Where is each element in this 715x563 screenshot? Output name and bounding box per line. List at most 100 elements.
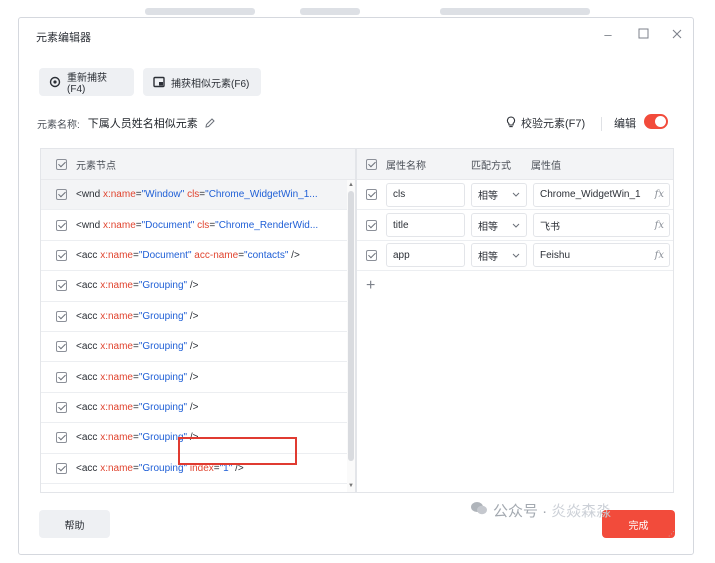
attribute-value-field[interactable]: Feishu fx: [533, 243, 670, 268]
match-type-text: 相等: [478, 221, 498, 233]
node-row[interactable]: <acc x:name = "Grouping" />: [41, 302, 355, 332]
match-type-text: 相等: [478, 191, 498, 203]
attribute-name-field[interactable]: app: [386, 243, 465, 268]
node-checkbox[interactable]: [56, 310, 67, 322]
match-type-select[interactable]: 相等: [471, 243, 527, 268]
node-row[interactable]: <acc x:name = "Document" acc-name = "contact…: [41, 241, 355, 272]
attribute-value-text: 飞书: [540, 221, 560, 233]
node-tag: <wnd: [76, 189, 101, 201]
node-checkbox[interactable]: [56, 341, 67, 353]
node-checkbox[interactable]: [56, 432, 67, 444]
fx-icon[interactable]: fx: [655, 220, 664, 231]
close-icon[interactable]: [670, 28, 684, 42]
attribute-value-text: Chrome_WidgetWin_1: [540, 189, 641, 201]
node-tag: <wnd: [76, 219, 101, 231]
node-close: />: [189, 371, 199, 383]
element-name-value: 下属人员姓名相似元素: [87, 118, 198, 130]
node-attr-name: x:name: [102, 189, 136, 201]
attribute-value-field[interactable]: 飞书 fx: [533, 213, 670, 238]
verify-element-button[interactable]: 校验元素(F7): [506, 115, 585, 131]
node-row[interactable]: <acc x:name = "Grouping" />: [41, 271, 355, 302]
match-type-select[interactable]: 相等: [471, 182, 527, 207]
attribute-name-field[interactable]: cls: [386, 182, 465, 207]
lightbulb-icon: [506, 115, 516, 131]
node-row[interactable]: <wnd x:name = "Document" cls = "Chrome_Rende…: [41, 210, 355, 241]
attribute-checkbox[interactable]: [366, 219, 377, 231]
fx-icon[interactable]: fx: [655, 250, 664, 261]
highlight-box: [178, 437, 297, 465]
attribute-value-text: Feishu: [540, 249, 571, 261]
attribute-panel: 属性名称 匹配方式 属性值 cls 相等 Chrome_WidgetWin_1 fx t…: [356, 148, 674, 493]
element-name-label: 元素名称:: [37, 119, 80, 131]
watermark-name: 炎焱森淼: [551, 503, 612, 520]
node-attr-value: "Document": [141, 219, 195, 231]
match-type-select[interactable]: 相等: [471, 213, 527, 238]
background-strip: [0, 0, 715, 18]
attribute-checkbox[interactable]: [366, 189, 377, 201]
help-label: 帮助: [64, 520, 85, 532]
node-close: />: [189, 310, 199, 322]
node-attr-name: cls: [187, 189, 200, 201]
node-tag: <acc: [76, 401, 98, 413]
attribute-name-text: cls: [393, 189, 406, 201]
node-attr-value: "Grouping": [138, 280, 188, 292]
add-attribute-button[interactable]: +: [357, 271, 673, 301]
fx-icon[interactable]: fx: [655, 189, 664, 200]
node-attr-name: x:name: [100, 432, 133, 444]
node-tag: <acc: [76, 280, 98, 292]
node-attr-value: "contacts": [244, 249, 289, 261]
chevron-down-icon: [512, 220, 520, 231]
attribute-name-text: app: [393, 249, 410, 261]
match-type-header: 匹配方式: [471, 160, 511, 172]
node-checkbox[interactable]: [56, 371, 67, 383]
scrollbar-thumb[interactable]: [348, 191, 354, 461]
node-row[interactable]: <acc x:name = "Grouping" />: [41, 393, 355, 424]
attribute-checkbox[interactable]: [366, 249, 377, 261]
edit-toggle[interactable]: [644, 114, 668, 129]
node-attr-value: "Document": [138, 249, 192, 261]
attribute-value-field[interactable]: Chrome_WidgetWin_1 fx: [533, 182, 670, 207]
node-checkbox[interactable]: [56, 462, 67, 474]
node-checkbox[interactable]: [56, 219, 67, 231]
node-tag: <acc: [76, 249, 98, 261]
attribute-list: cls 相等 Chrome_WidgetWin_1 fx title 相等 飞书 fx app 相…: [357, 180, 673, 272]
node-attr-value: "Window": [141, 189, 185, 201]
capture-similar-label: 捕获相似元素(F6): [171, 78, 250, 90]
node-attr-name: x:name: [100, 249, 133, 261]
chevron-down-icon: [512, 189, 520, 200]
scroll-up-icon[interactable]: ▲: [348, 182, 354, 188]
recapture-icon: [49, 76, 61, 88]
capture-similar-button[interactable]: 捕获相似元素(F6): [143, 68, 261, 96]
node-checkbox[interactable]: [56, 280, 67, 292]
scroll-down-icon[interactable]: ▼: [348, 483, 354, 489]
node-row[interactable]: <acc x:name = "Grouping" />: [41, 362, 355, 393]
attribute-name-field[interactable]: title: [386, 213, 465, 238]
minimize-icon[interactable]: –: [601, 28, 615, 42]
node-row[interactable]: <wnd x:name = "Window" cls = "Chrome_WidgetW…: [41, 180, 355, 211]
pencil-icon[interactable]: [204, 117, 216, 129]
help-button[interactable]: 帮助: [39, 510, 110, 538]
node-close: />: [189, 401, 199, 413]
node-attr-value: "Grouping": [138, 310, 188, 322]
node-attr-name: x:name: [100, 401, 133, 413]
attribute-row: app 相等 Feishu fx: [357, 241, 673, 272]
resize-grip-icon[interactable]: ⋰: [668, 530, 675, 538]
attribute-select-all-checkbox[interactable]: [366, 158, 377, 170]
node-attr-value: "Grouping": [138, 401, 188, 413]
match-type-text: 相等: [478, 251, 498, 263]
maximize-icon[interactable]: [636, 28, 650, 42]
dialog-title: 元素编辑器: [36, 32, 91, 44]
recapture-button[interactable]: 重新捕获(F4): [39, 68, 134, 96]
node-attr-name: cls: [197, 219, 210, 231]
node-attr-name: x:name: [102, 219, 136, 231]
select-all-checkbox[interactable]: [56, 158, 67, 170]
node-checkbox[interactable]: [56, 249, 67, 261]
attribute-name-text: title: [393, 219, 409, 231]
node-checkbox[interactable]: [56, 189, 67, 201]
node-attr-value: "Chrome_WidgetWin_1...: [205, 189, 318, 201]
node-row[interactable]: <acc x:name = "Grouping" />: [41, 332, 355, 363]
node-attr-name: x:name: [100, 280, 133, 292]
node-checkbox[interactable]: [56, 401, 67, 413]
done-button[interactable]: 完成: [602, 510, 675, 538]
watermark-text: 公众号 ·: [493, 503, 548, 520]
